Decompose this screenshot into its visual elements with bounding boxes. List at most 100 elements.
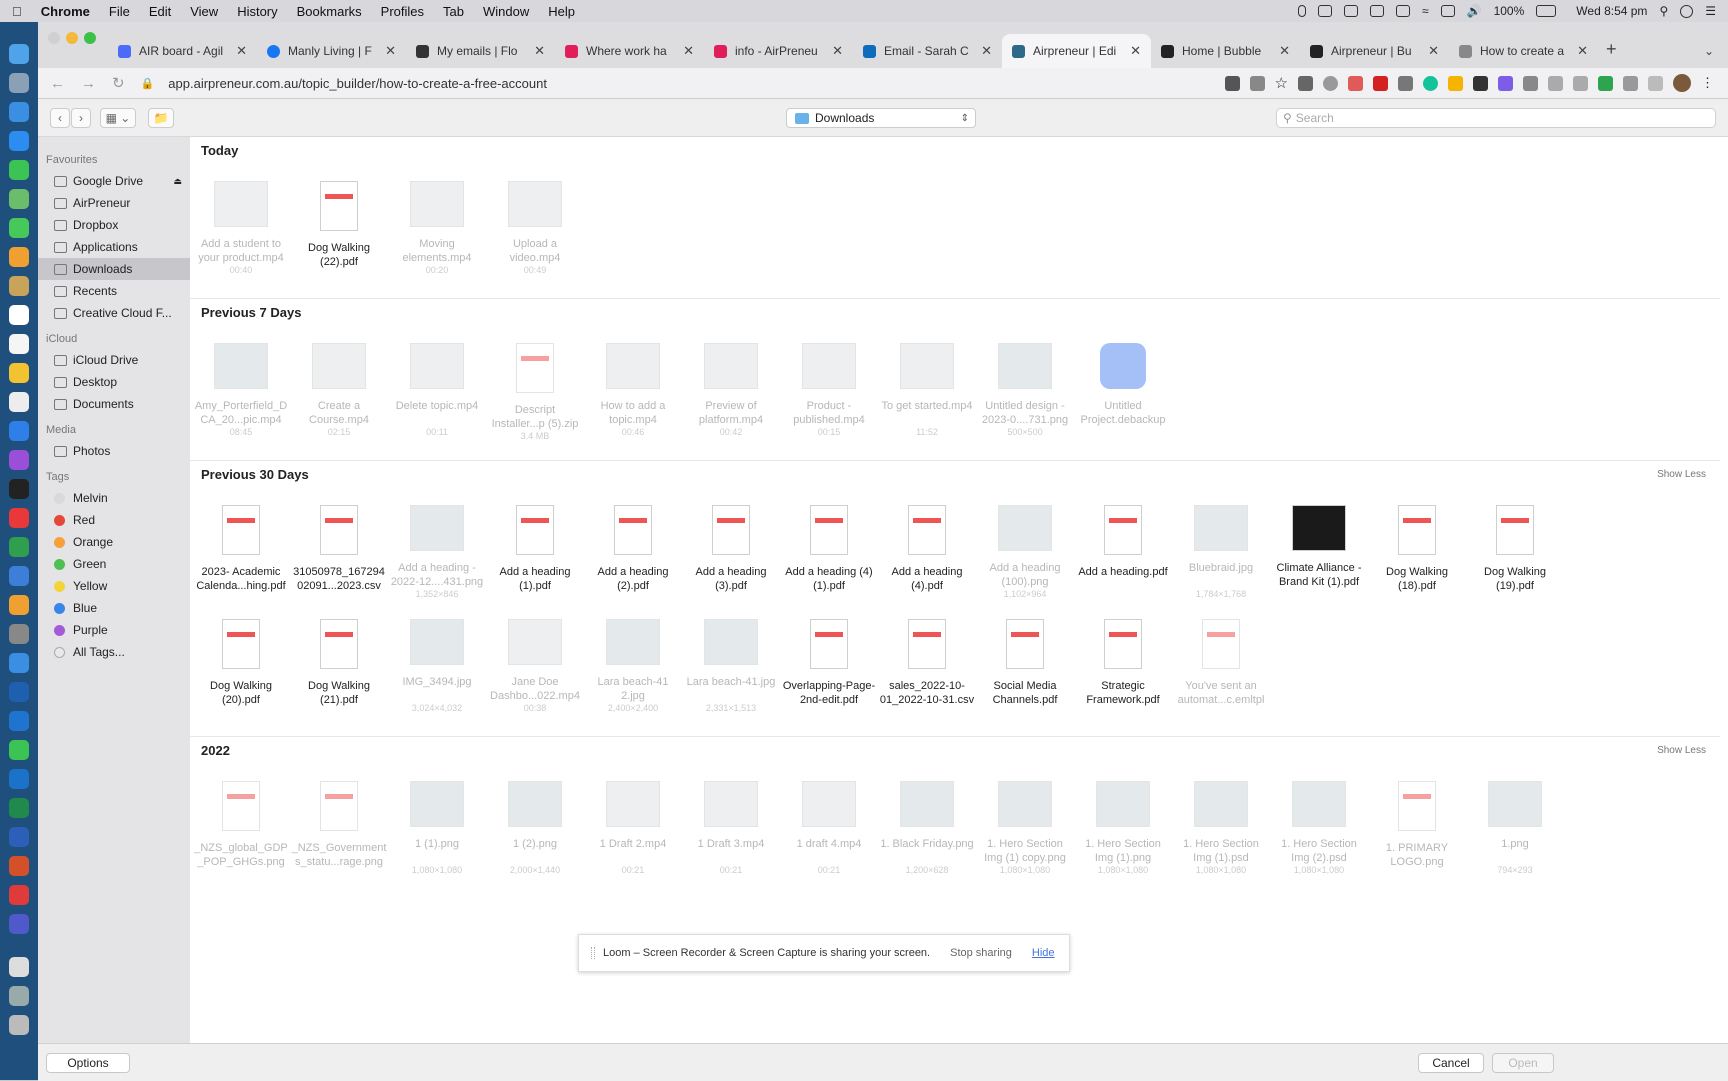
extension-icon[interactable] — [1298, 75, 1313, 91]
file-item[interactable]: Add a heading (100).png 1,102×964 — [977, 505, 1073, 599]
textedit-icon[interactable] — [9, 392, 29, 412]
menu-file[interactable]: File — [109, 4, 130, 19]
sidebar-item-photos[interactable]: Photos — [38, 440, 190, 462]
file-item[interactable]: How to add a topic.mp4 00:46 — [585, 343, 681, 437]
close-icon[interactable]: ✕ — [1428, 43, 1439, 59]
eject-icon[interactable]: ⏏ — [173, 176, 182, 187]
new-tab-button[interactable]: + — [1606, 39, 1617, 60]
file-item[interactable]: 1. PRIMARY LOGO.png — [1369, 781, 1465, 869]
finder-folder-icon[interactable] — [9, 957, 29, 977]
apple-icon[interactable]:  — [12, 4, 22, 19]
file-item[interactable]: Product - published.mp4 00:15 — [781, 343, 877, 437]
siri-icon[interactable] — [1680, 4, 1694, 18]
extension-icon[interactable] — [1473, 75, 1488, 91]
file-item[interactable]: Dog Walking (18).pdf — [1369, 505, 1465, 593]
whatsapp-icon[interactable] — [9, 740, 29, 760]
reminders-icon[interactable] — [9, 334, 29, 354]
menu-chrome[interactable]: Chrome — [41, 4, 90, 19]
hide-button[interactable]: Hide — [1032, 947, 1055, 959]
keynote-icon[interactable] — [9, 566, 29, 586]
file-item[interactable]: 31050978_16729402091...2023.csv — [291, 505, 387, 593]
sidebar-tag-green[interactable]: Green — [38, 553, 190, 575]
microphone-icon[interactable] — [1298, 5, 1307, 17]
forward-icon[interactable]: → — [81, 75, 96, 92]
options-button[interactable]: Options — [46, 1053, 130, 1073]
photos-icon[interactable] — [9, 247, 29, 267]
menu-history[interactable]: History — [237, 4, 277, 19]
menu-edit[interactable]: Edit — [149, 4, 171, 19]
close-icon[interactable]: ✕ — [1279, 43, 1290, 59]
file-item[interactable]: 1 (1).png 1,080×1,080 — [389, 781, 485, 875]
file-item[interactable]: Upload a video.mp4 00:49 — [487, 181, 583, 275]
file-item[interactable]: 2023- Academic Calenda...hing.pdf — [193, 505, 289, 593]
sidebar-tag-yellow[interactable]: Yellow — [38, 575, 190, 597]
file-item[interactable]: Add a heading - 2022-12....431.png 1,352×… — [389, 505, 485, 599]
url-field[interactable]: app.airpreneur.com.au/topic_builder/how-… — [168, 76, 547, 91]
tab-3[interactable]: Where work ha ✕ — [555, 34, 704, 68]
file-item[interactable]: Untitled design - 2023-0....731.png 500×5… — [977, 343, 1073, 437]
file-item[interactable]: Dog Walking (22).pdf — [291, 181, 387, 269]
volume-icon[interactable]: 🔊 — [1467, 4, 1482, 18]
sidebar-item-documents[interactable]: Documents — [38, 393, 190, 415]
file-item[interactable]: Preview of platform.mp4 00:42 — [683, 343, 779, 437]
file-item[interactable]: Add a heading (1).pdf — [487, 505, 583, 593]
notes-icon[interactable] — [9, 276, 29, 296]
outlook-icon[interactable] — [9, 769, 29, 789]
back-icon[interactable]: ← — [50, 75, 65, 92]
minimize-window-button[interactable] — [66, 32, 78, 44]
file-item[interactable]: Add a student to your product.mp4 00:40 — [193, 181, 289, 275]
close-icon[interactable]: ✕ — [832, 43, 843, 59]
file-item[interactable]: Bluebraid.jpg 1,784×1,768 — [1173, 505, 1269, 599]
powerpoint-icon[interactable] — [9, 856, 29, 876]
sidebar-item-desktop[interactable]: Desktop — [38, 371, 190, 393]
facetime-icon[interactable] — [9, 160, 29, 180]
file-item[interactable]: Add a heading (3).pdf — [683, 505, 779, 593]
file-item[interactable]: Descript Installer...p (5).zip 3.4 MB — [487, 343, 583, 441]
messages-icon[interactable] — [9, 218, 29, 238]
screen-icon[interactable] — [1396, 5, 1411, 17]
file-item[interactable]: 1. Black Friday.png 1,200×628 — [879, 781, 975, 875]
maps-icon[interactable] — [9, 189, 29, 209]
file-item[interactable]: Add a heading (4).pdf — [879, 505, 975, 593]
appstore-icon[interactable] — [9, 131, 29, 151]
sidebar-tag-blue[interactable]: Blue — [38, 597, 190, 619]
battery-icon[interactable] — [1536, 5, 1557, 17]
display-icon[interactable] — [1440, 5, 1455, 17]
show-less-link[interactable]: Show Less — [1657, 745, 1706, 756]
file-item[interactable]: Add a heading (4) (1).pdf — [781, 505, 877, 593]
file-item[interactable]: Add a heading.pdf — [1075, 505, 1171, 593]
close-icon[interactable]: ✕ — [1577, 43, 1588, 59]
star-icon[interactable]: ☆ — [1275, 74, 1288, 92]
music-icon[interactable] — [9, 421, 29, 441]
file-item[interactable]: Strategic Framework.pdf — [1075, 619, 1171, 707]
finder-icon[interactable] — [9, 44, 29, 64]
zoom-window-button[interactable] — [84, 32, 96, 44]
chrome-icon[interactable] — [9, 363, 29, 383]
file-item[interactable]: Amy_Porterfield_DCA_20...pic.mp4 08:45 — [193, 343, 289, 437]
extension-icon[interactable] — [1498, 75, 1513, 91]
cancel-button[interactable]: Cancel — [1418, 1053, 1484, 1073]
launchpad-icon[interactable] — [9, 73, 29, 93]
calendar-icon[interactable] — [9, 305, 29, 325]
file-item[interactable]: Add a heading (2).pdf — [585, 505, 681, 593]
excel-icon[interactable] — [9, 798, 29, 818]
file-item[interactable]: You've sent an automat...c.emltpl — [1173, 619, 1269, 707]
file-item[interactable]: Dog Walking (20).pdf — [193, 619, 289, 707]
tab-2[interactable]: My emails | Flo ✕ — [406, 34, 555, 68]
menu-help[interactable]: Help — [548, 4, 575, 19]
view-options-button[interactable]: ▦ ⌄ — [100, 108, 136, 128]
file-item[interactable]: Climate Alliance - Brand Kit (1).pdf — [1271, 505, 1367, 589]
search-input[interactable]: ⚲ Search — [1276, 108, 1716, 128]
file-item[interactable]: Delete topic.mp4 00:11 — [389, 343, 485, 437]
loom-icon[interactable] — [9, 885, 29, 905]
file-item[interactable]: 1. Hero Section Img (1).psd 1,080×1,080 — [1173, 781, 1269, 875]
close-icon[interactable]: ✕ — [683, 43, 694, 59]
file-item[interactable]: sales_2022-10-01_2022-10-31.csv — [879, 619, 975, 707]
stop-sharing-button[interactable]: Stop sharing — [950, 947, 1012, 959]
clock[interactable]: Wed 8:54 pm — [1576, 4, 1647, 18]
sidebar-item-icloud-drive[interactable]: iCloud Drive — [38, 349, 190, 371]
word-icon[interactable] — [9, 827, 29, 847]
tab-7[interactable]: Home | Bubble ✕ — [1151, 34, 1300, 68]
tab-8[interactable]: Airpreneur | Bu ✕ — [1300, 34, 1449, 68]
sidebar-tag-melvin[interactable]: Melvin — [38, 487, 190, 509]
